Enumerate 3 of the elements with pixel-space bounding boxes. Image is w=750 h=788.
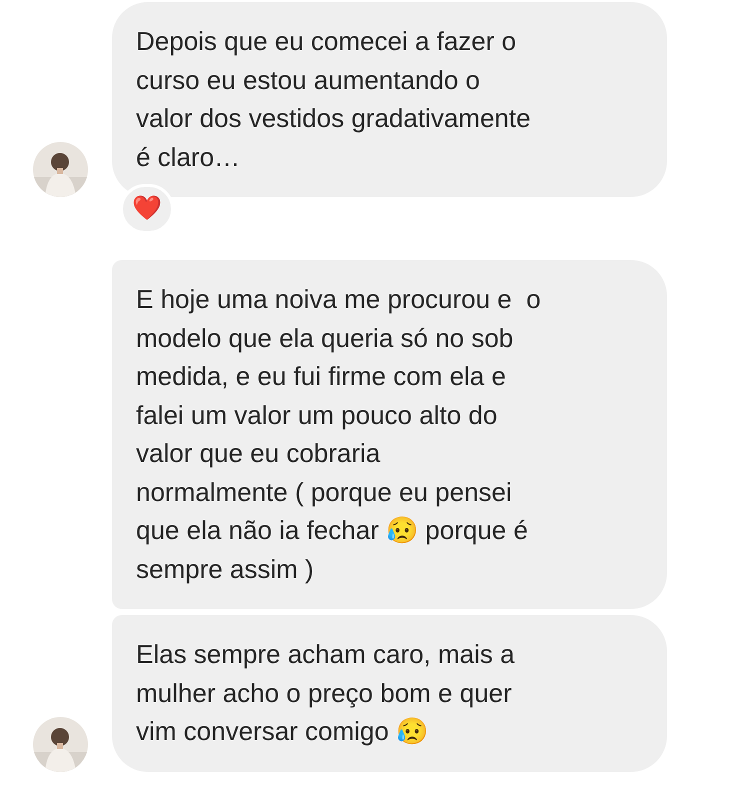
reaction-badge[interactable]: ❤: [120, 184, 174, 234]
message-bubble: Elas sempre acham caro, mais a mulher acho o preço bom e quer vim conversar comigo 😥: [112, 615, 667, 772]
message-bubble: E hoje uma noiva me procurou e o modelo que ela queria só no sob medida, e eu fui firme com ela e falei um valor um pouco alto do valor que eu cobraria normalmente ( porque eu pensei que ela não ia fechar 😥 porque é sempre assim ): [112, 260, 667, 609]
